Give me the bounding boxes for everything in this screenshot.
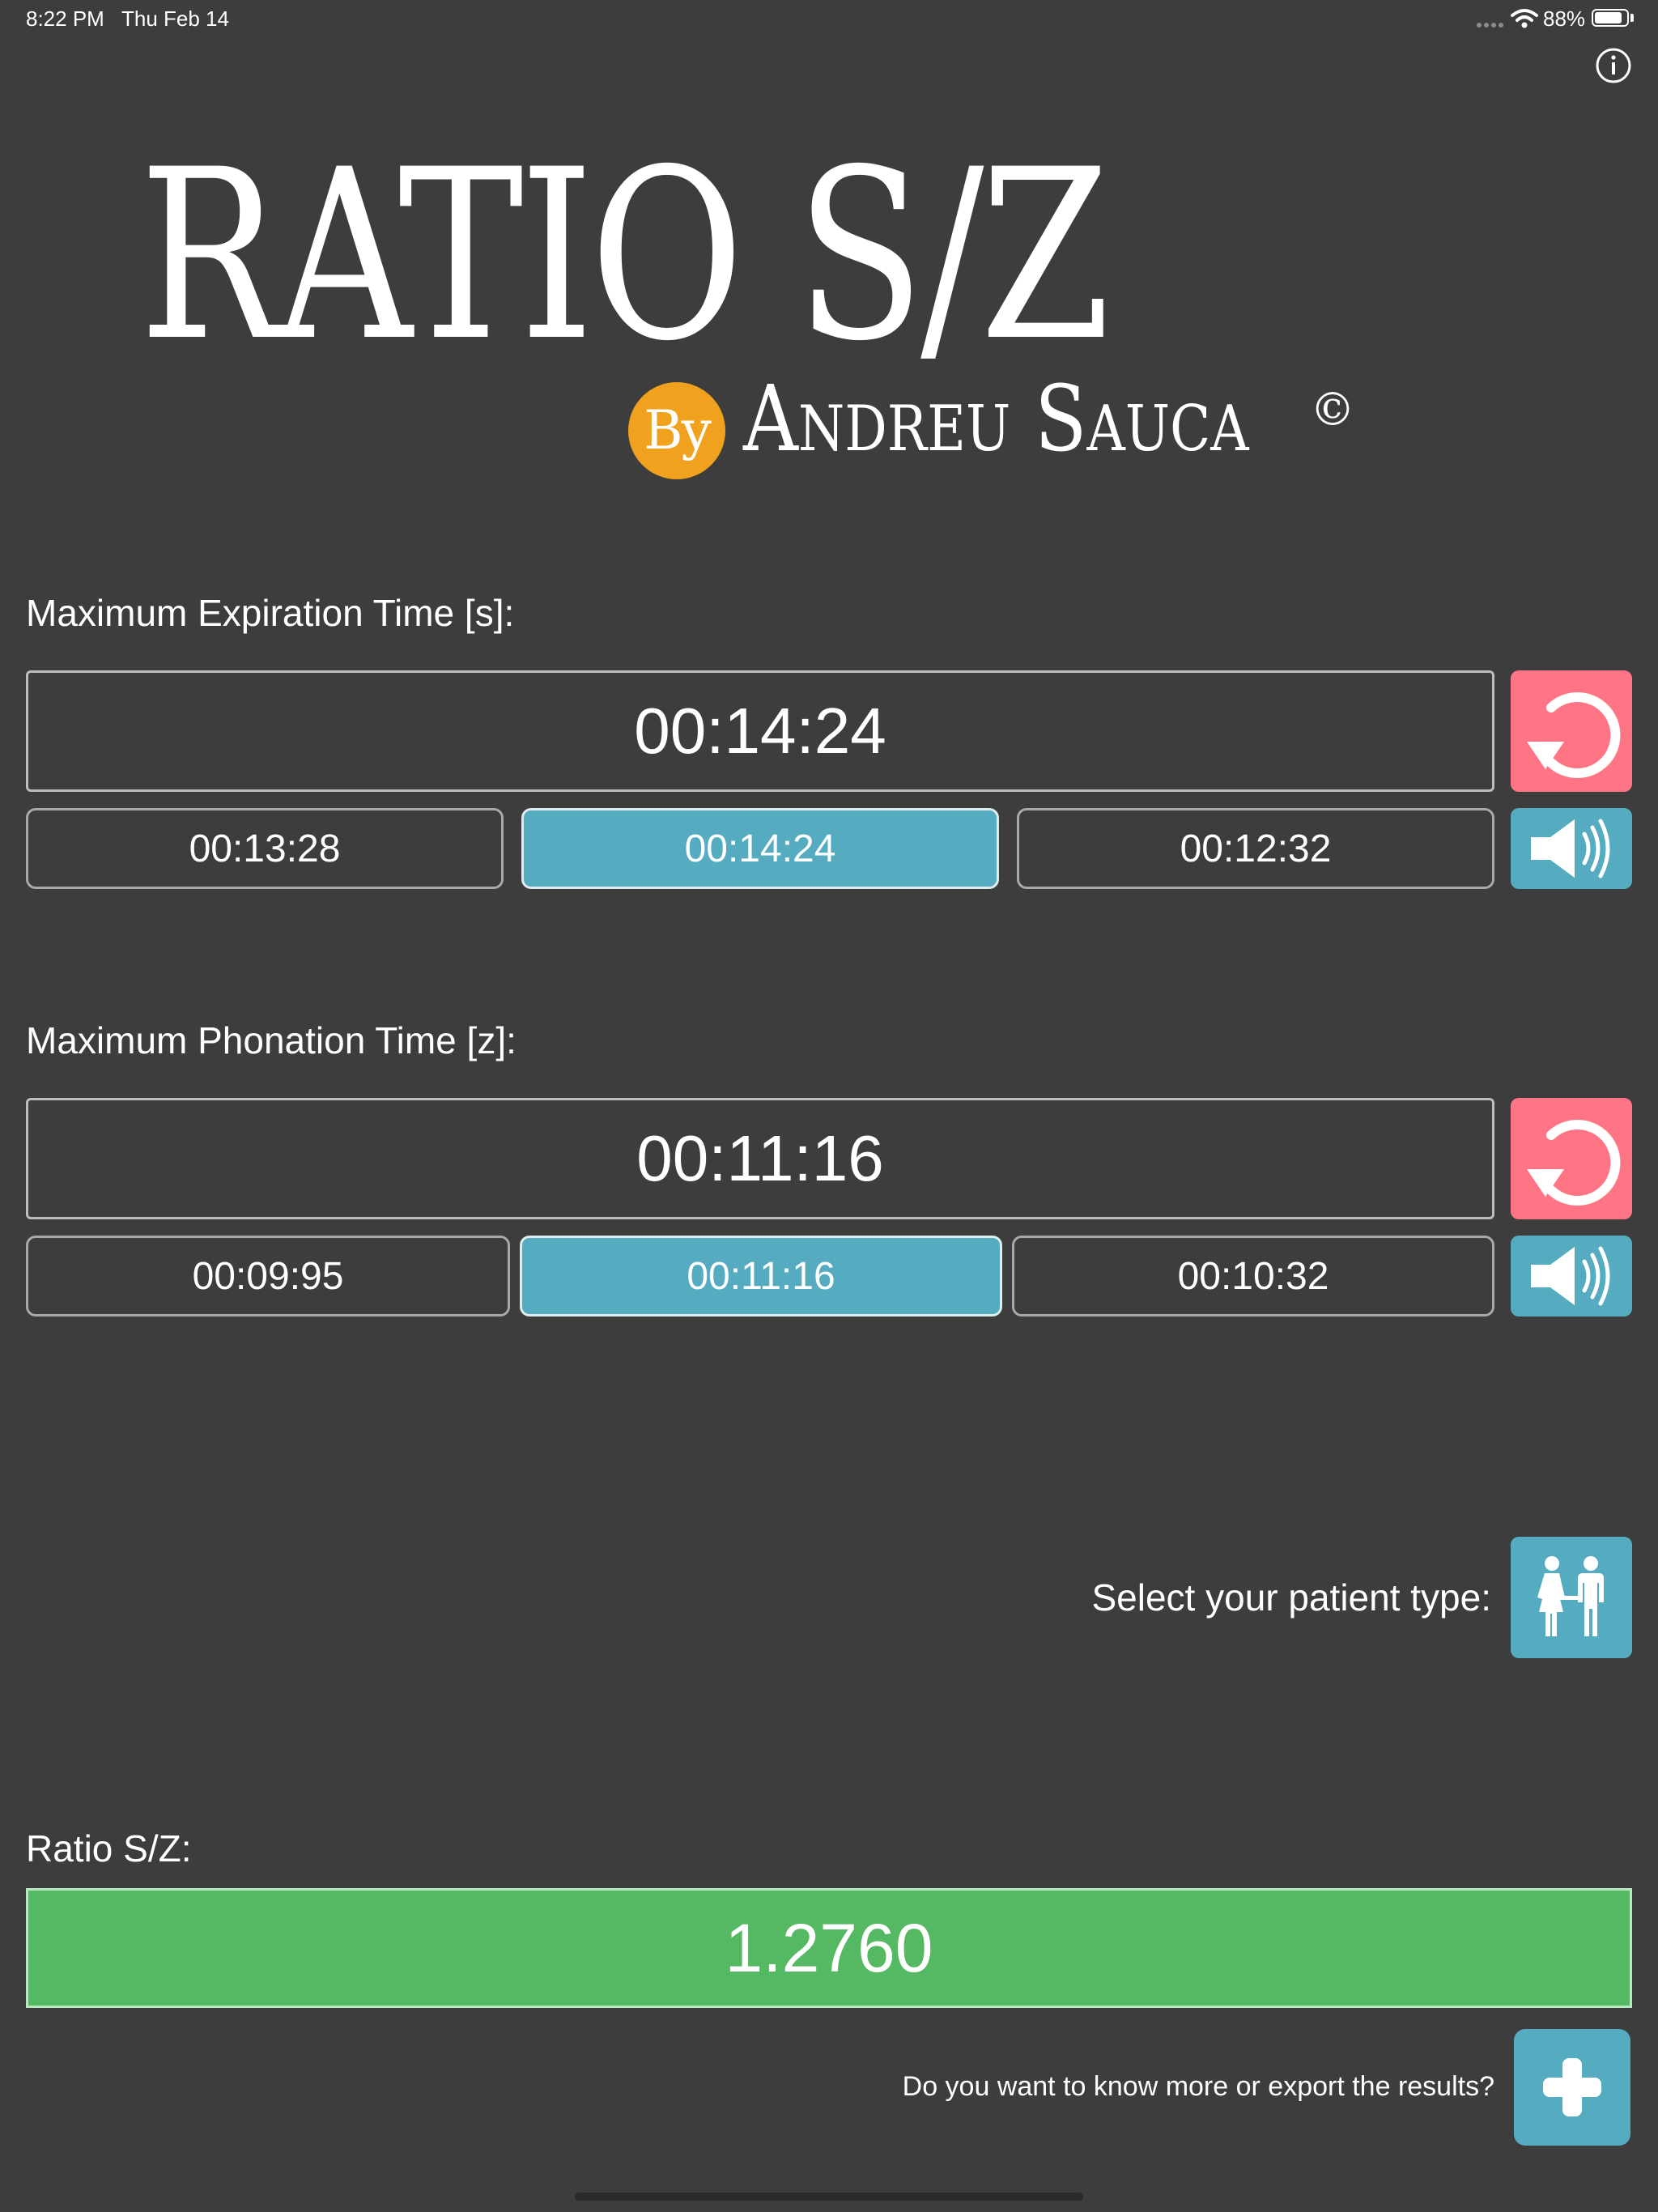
home-indicator[interactable] bbox=[575, 2193, 1083, 2201]
battery-percent: 88% bbox=[1543, 6, 1586, 31]
expiration-timer-display[interactable]: 00:14:24 bbox=[26, 670, 1494, 792]
phonation-timer-display[interactable]: 00:11:16 bbox=[26, 1098, 1494, 1219]
phonation-sound-button[interactable] bbox=[1511, 1236, 1632, 1317]
phonation-trial-2[interactable]: 00:11:16 bbox=[520, 1236, 1002, 1317]
speaker-icon bbox=[1531, 1246, 1610, 1306]
battery-icon bbox=[1592, 9, 1629, 27]
phonation-trial-3[interactable]: 00:10:32 bbox=[1012, 1236, 1494, 1317]
patient-type-label: Select your patient type: bbox=[1091, 1576, 1491, 1619]
copyright-symbol: © bbox=[1310, 384, 1355, 436]
expiration-trial-2[interactable]: 00:14:24 bbox=[521, 808, 999, 889]
plus-icon bbox=[1543, 2058, 1601, 2116]
ratio-label: Ratio S/Z: bbox=[26, 1827, 192, 1870]
expiration-label: Maximum Expiration Time [s]: bbox=[26, 592, 515, 634]
status-date: Thu Feb 14 bbox=[121, 6, 229, 31]
phonation-label: Maximum Phonation Time [z]: bbox=[26, 1019, 517, 1061]
wifi-icon bbox=[1511, 8, 1538, 29]
info-button[interactable] bbox=[1595, 47, 1632, 84]
more-export-button[interactable] bbox=[1514, 2029, 1630, 2146]
reset-icon bbox=[1527, 1120, 1621, 1206]
by-badge: By bbox=[628, 382, 725, 479]
patient-type-icon bbox=[1537, 1556, 1604, 1636]
reset-icon bbox=[1527, 692, 1621, 778]
ratio-result-display: 1.2760 bbox=[26, 1888, 1632, 2008]
signal-dots-icon bbox=[1477, 18, 1504, 28]
status-time: 8:22 PM bbox=[26, 6, 104, 31]
export-prompt: Do you want to know more or export the r… bbox=[902, 2071, 1494, 2102]
expiration-sound-button[interactable] bbox=[1511, 808, 1632, 889]
expiration-reset-button[interactable] bbox=[1511, 670, 1632, 792]
battery-tip bbox=[1630, 14, 1634, 22]
expiration-trial-1[interactable]: 00:13:28 bbox=[26, 808, 504, 889]
info-icon bbox=[1596, 48, 1631, 83]
phonation-reset-button[interactable] bbox=[1511, 1098, 1632, 1219]
app-title: RATIO S/Z bbox=[139, 120, 1111, 393]
patient-type-button[interactable] bbox=[1511, 1537, 1632, 1658]
author-name: Andreu Sauca bbox=[743, 367, 1249, 472]
speaker-icon bbox=[1531, 819, 1610, 878]
expiration-trial-3[interactable]: 00:12:32 bbox=[1017, 808, 1494, 889]
phonation-trial-1[interactable]: 00:09:95 bbox=[26, 1236, 510, 1317]
